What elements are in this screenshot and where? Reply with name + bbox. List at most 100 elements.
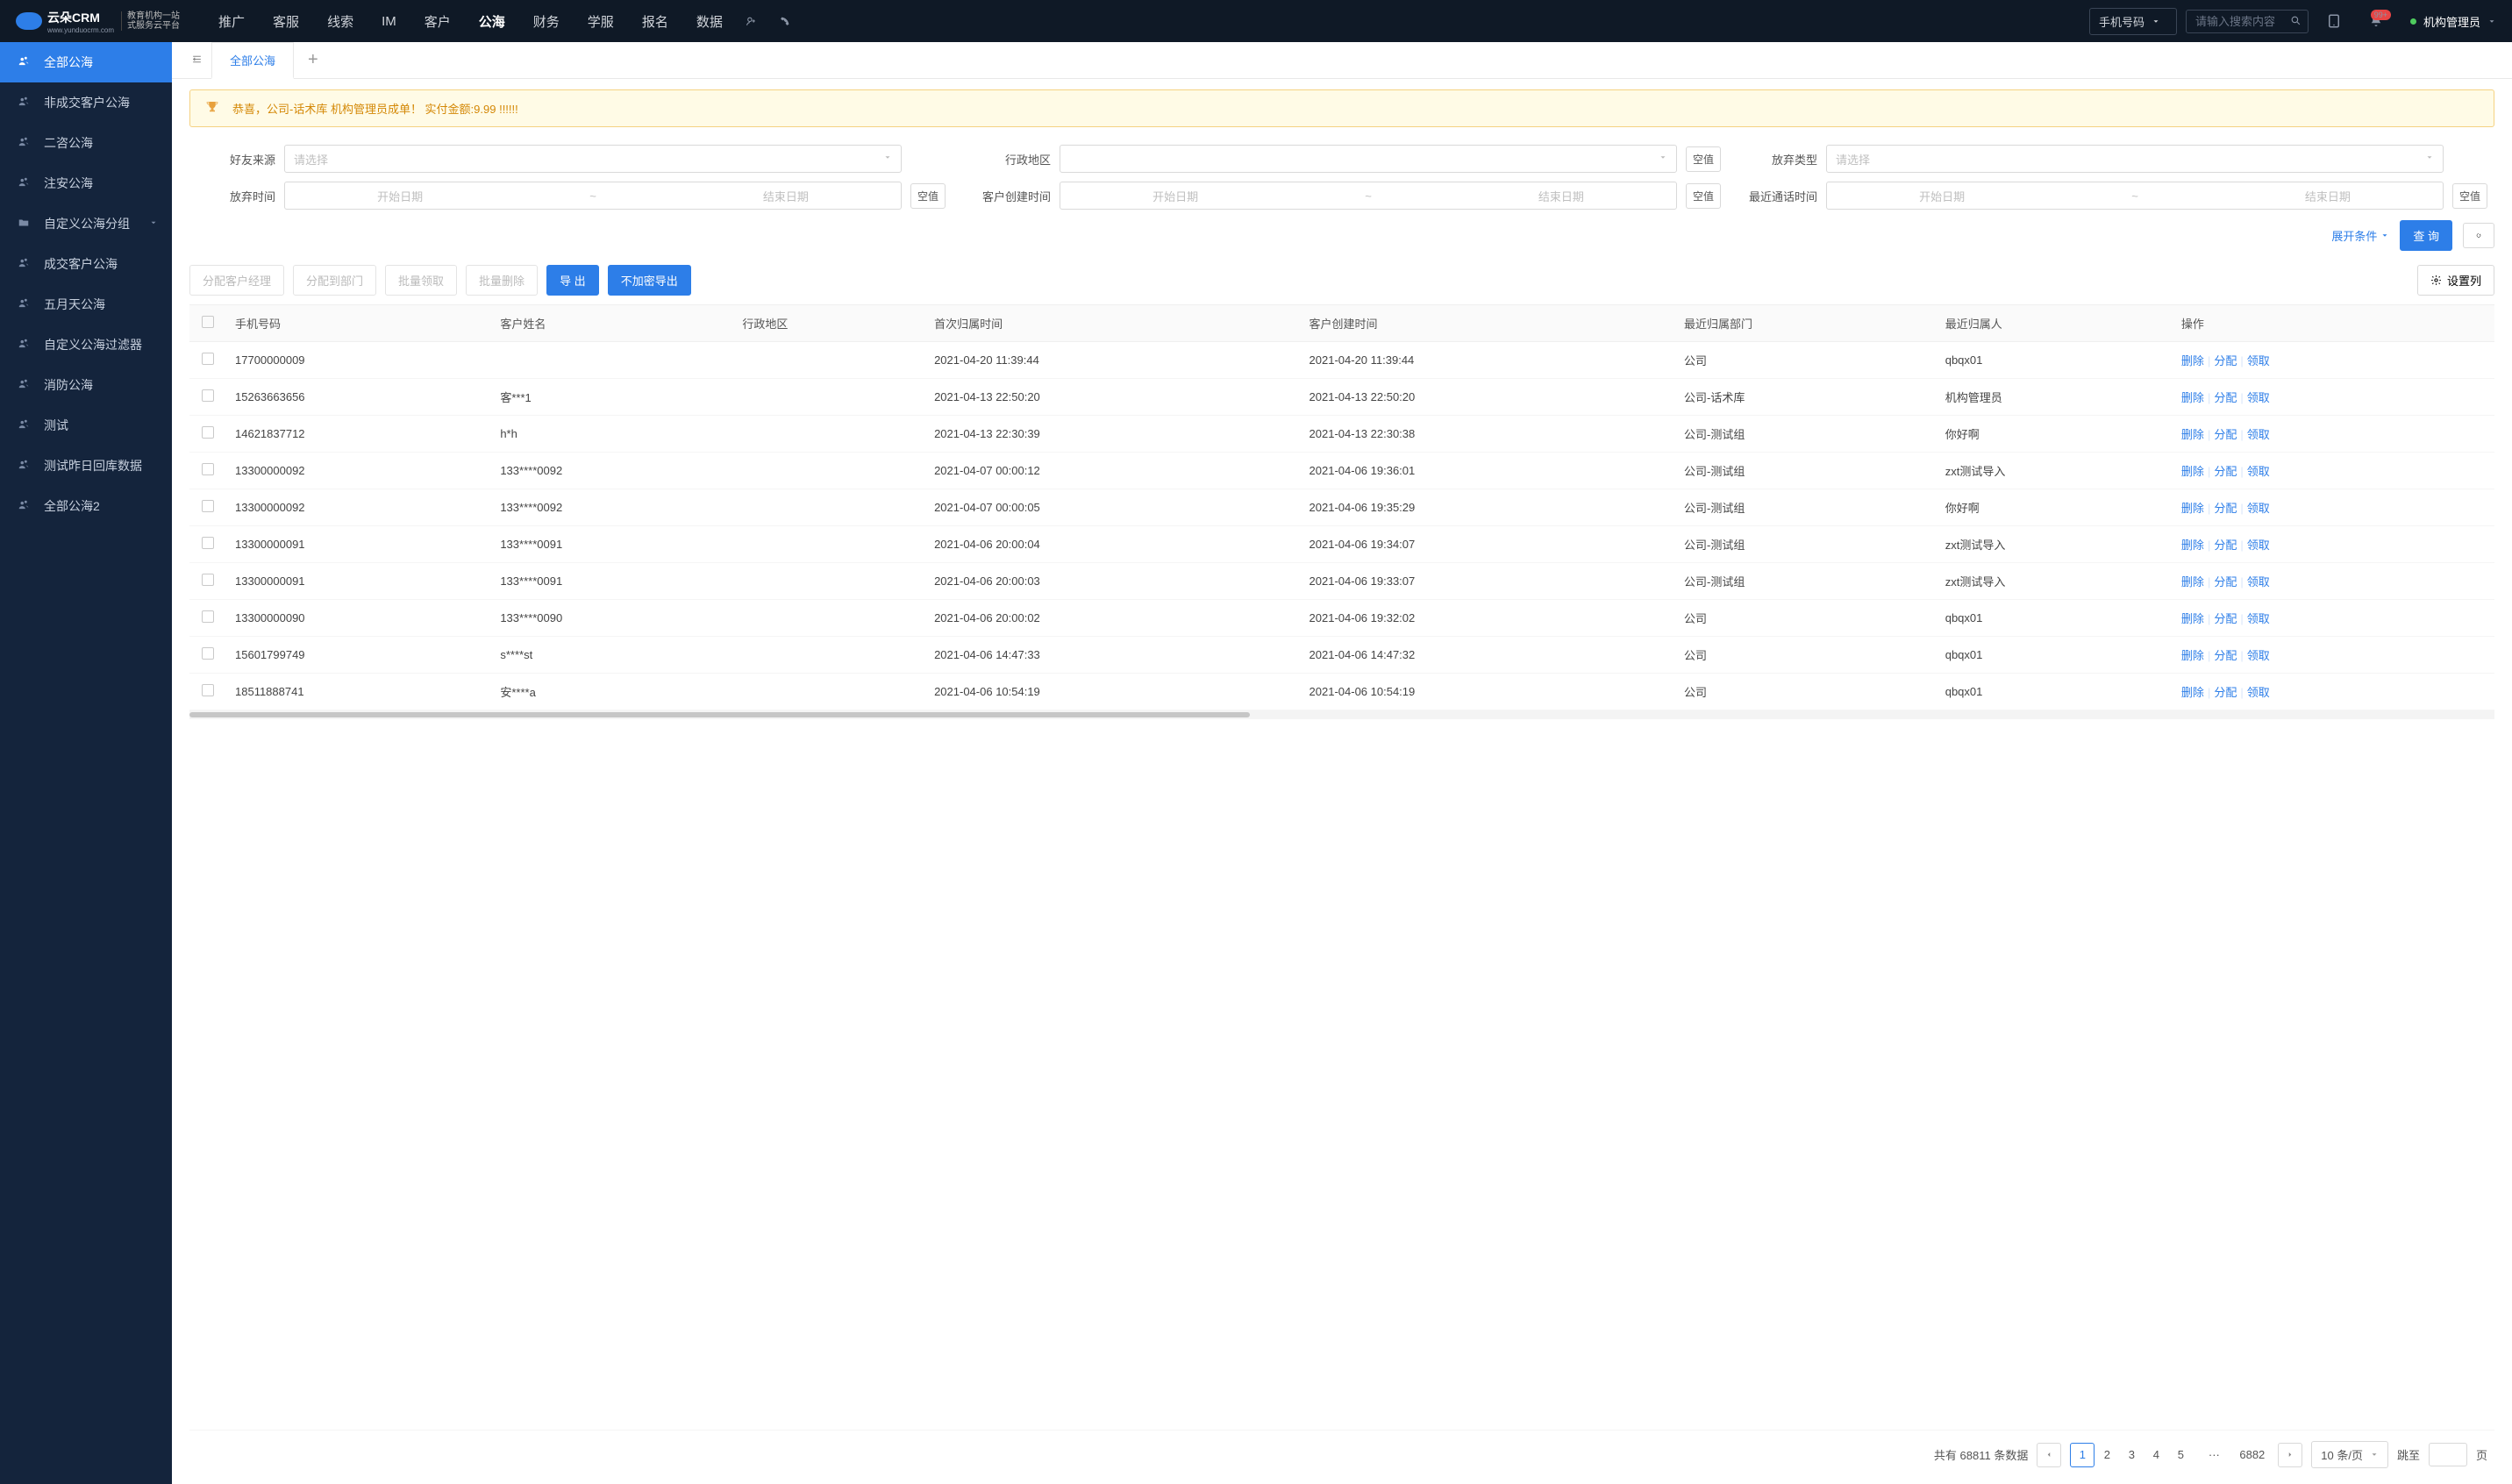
date-last-call[interactable]: 开始日期~结束日期 — [1826, 182, 2444, 210]
user-menu[interactable]: 机构管理员 — [2410, 13, 2505, 30]
null-abandon-time-button[interactable]: 空值 — [910, 183, 946, 209]
row-checkbox[interactable] — [202, 500, 214, 512]
per-page-select[interactable]: 10 条/页 — [2311, 1441, 2388, 1468]
assign-manager-button[interactable]: 分配客户经理 — [189, 265, 284, 296]
set-columns-button[interactable]: 设置列 — [2417, 265, 2494, 296]
row-claim-link[interactable]: 领取 — [2247, 465, 2270, 478]
export-button[interactable]: 导 出 — [546, 265, 599, 296]
page-number[interactable]: 4 — [2144, 1443, 2168, 1467]
page-ellipsis[interactable]: ··· — [2202, 1443, 2226, 1467]
row-checkbox[interactable] — [202, 426, 214, 439]
null-region-button[interactable]: 空值 — [1686, 146, 1721, 172]
select-friend-source[interactable]: 请选择 — [284, 145, 902, 173]
add-user-icon[interactable] — [744, 13, 760, 29]
row-delete-link[interactable]: 删除 — [2181, 575, 2204, 589]
row-checkbox[interactable] — [202, 610, 214, 623]
sidebar-item[interactable]: 自定义公海过滤器 — [0, 325, 172, 365]
row-claim-link[interactable]: 领取 — [2247, 686, 2270, 699]
select-abandon-type[interactable]: 请选择 — [1826, 145, 2444, 173]
row-claim-link[interactable]: 领取 — [2247, 391, 2270, 404]
search-icon[interactable] — [2290, 15, 2301, 29]
nav-item[interactable]: 数据 — [684, 0, 735, 42]
row-claim-link[interactable]: 领取 — [2247, 502, 2270, 515]
nav-item[interactable]: 客户 — [412, 0, 463, 42]
date-abandon-time[interactable]: 开始日期~结束日期 — [284, 182, 902, 210]
expand-filters-link[interactable]: 展开条件 — [2331, 227, 2389, 244]
row-delete-link[interactable]: 删除 — [2181, 612, 2204, 625]
row-checkbox[interactable] — [202, 463, 214, 475]
sidebar-item[interactable]: 注安公海 — [0, 163, 172, 203]
export-plain-button[interactable]: 不加密导出 — [608, 265, 691, 296]
row-assign-link[interactable]: 分配 — [2214, 649, 2237, 662]
nav-item[interactable]: 学服 — [575, 0, 626, 42]
nav-item[interactable]: 推广 — [206, 0, 257, 42]
nav-item[interactable]: 报名 — [630, 0, 681, 42]
row-delete-link[interactable]: 删除 — [2181, 391, 2204, 404]
row-assign-link[interactable]: 分配 — [2214, 465, 2237, 478]
sidebar-item[interactable]: 非成交客户公海 — [0, 82, 172, 123]
row-claim-link[interactable]: 领取 — [2247, 612, 2270, 625]
sidebar-item[interactable]: 全部公海2 — [0, 486, 172, 526]
page-prev[interactable] — [2037, 1443, 2061, 1467]
row-delete-link[interactable]: 删除 — [2181, 686, 2204, 699]
page-last[interactable]: 6882 — [2235, 1443, 2269, 1467]
select-all-checkbox[interactable] — [202, 316, 214, 328]
jump-input[interactable] — [2429, 1443, 2467, 1466]
row-assign-link[interactable]: 分配 — [2214, 575, 2237, 589]
row-claim-link[interactable]: 领取 — [2247, 649, 2270, 662]
row-delete-link[interactable]: 删除 — [2181, 502, 2204, 515]
page-next[interactable] — [2278, 1443, 2302, 1467]
sidebar-item[interactable]: 自定义公海分组 — [0, 203, 172, 244]
nav-item[interactable]: 客服 — [260, 0, 311, 42]
row-delete-link[interactable]: 删除 — [2181, 428, 2204, 441]
page-number[interactable]: 3 — [2119, 1443, 2144, 1467]
row-assign-link[interactable]: 分配 — [2214, 686, 2237, 699]
sidebar-item[interactable]: 消防公海 — [0, 365, 172, 405]
assign-dept-button[interactable]: 分配到部门 — [293, 265, 376, 296]
sidebar-item[interactable]: 成交客户公海 — [0, 244, 172, 284]
row-checkbox[interactable] — [202, 684, 214, 696]
sidebar-item[interactable]: 五月天公海 — [0, 284, 172, 325]
batch-delete-button[interactable]: 批量删除 — [466, 265, 538, 296]
page-number[interactable]: 2 — [2095, 1443, 2119, 1467]
row-claim-link[interactable]: 领取 — [2247, 539, 2270, 552]
nav-item[interactable]: 线索 — [315, 0, 366, 42]
refresh-button[interactable] — [2463, 223, 2494, 248]
row-checkbox[interactable] — [202, 647, 214, 660]
row-claim-link[interactable]: 领取 — [2247, 428, 2270, 441]
row-delete-link[interactable]: 删除 — [2181, 539, 2204, 552]
logo[interactable]: 云朵CRM www.yunduocrm.com 教育机构一站 式服务云平台 — [7, 9, 189, 34]
tab-active[interactable]: 全部公海 — [211, 42, 294, 79]
horizontal-scrollbar[interactable] — [189, 710, 2494, 719]
tablet-icon[interactable] — [2326, 13, 2342, 29]
row-assign-link[interactable]: 分配 — [2214, 612, 2237, 625]
nav-item[interactable]: 财务 — [521, 0, 572, 42]
row-claim-link[interactable]: 领取 — [2247, 354, 2270, 367]
batch-claim-button[interactable]: 批量领取 — [385, 265, 457, 296]
row-assign-link[interactable]: 分配 — [2214, 502, 2237, 515]
page-number[interactable]: 5 — [2168, 1443, 2193, 1467]
nav-item[interactable]: IM — [369, 0, 409, 42]
sidebar-item[interactable]: 测试昨日回库数据 — [0, 446, 172, 486]
row-checkbox[interactable] — [202, 574, 214, 586]
add-tab-button[interactable]: + — [294, 50, 332, 70]
search-button[interactable]: 查 询 — [2400, 220, 2452, 251]
scroll-thumb[interactable] — [189, 712, 1250, 717]
null-create-time-button[interactable]: 空值 — [1686, 183, 1721, 209]
select-region[interactable] — [1060, 145, 1677, 173]
row-checkbox[interactable] — [202, 353, 214, 365]
nav-item[interactable]: 公海 — [467, 0, 517, 42]
notification-bell-icon[interactable]: 99+ — [2368, 13, 2384, 29]
date-create-time[interactable]: 开始日期~结束日期 — [1060, 182, 1677, 210]
tab-fold-icon[interactable] — [182, 54, 211, 68]
row-checkbox[interactable] — [202, 537, 214, 549]
row-checkbox[interactable] — [202, 389, 214, 402]
row-delete-link[interactable]: 删除 — [2181, 354, 2204, 367]
row-assign-link[interactable]: 分配 — [2214, 391, 2237, 404]
sidebar-item[interactable]: 测试 — [0, 405, 172, 446]
row-assign-link[interactable]: 分配 — [2214, 539, 2237, 552]
phone-icon[interactable] — [777, 13, 793, 29]
null-last-call-button[interactable]: 空值 — [2452, 183, 2487, 209]
row-delete-link[interactable]: 删除 — [2181, 465, 2204, 478]
page-number[interactable]: 1 — [2070, 1443, 2095, 1467]
